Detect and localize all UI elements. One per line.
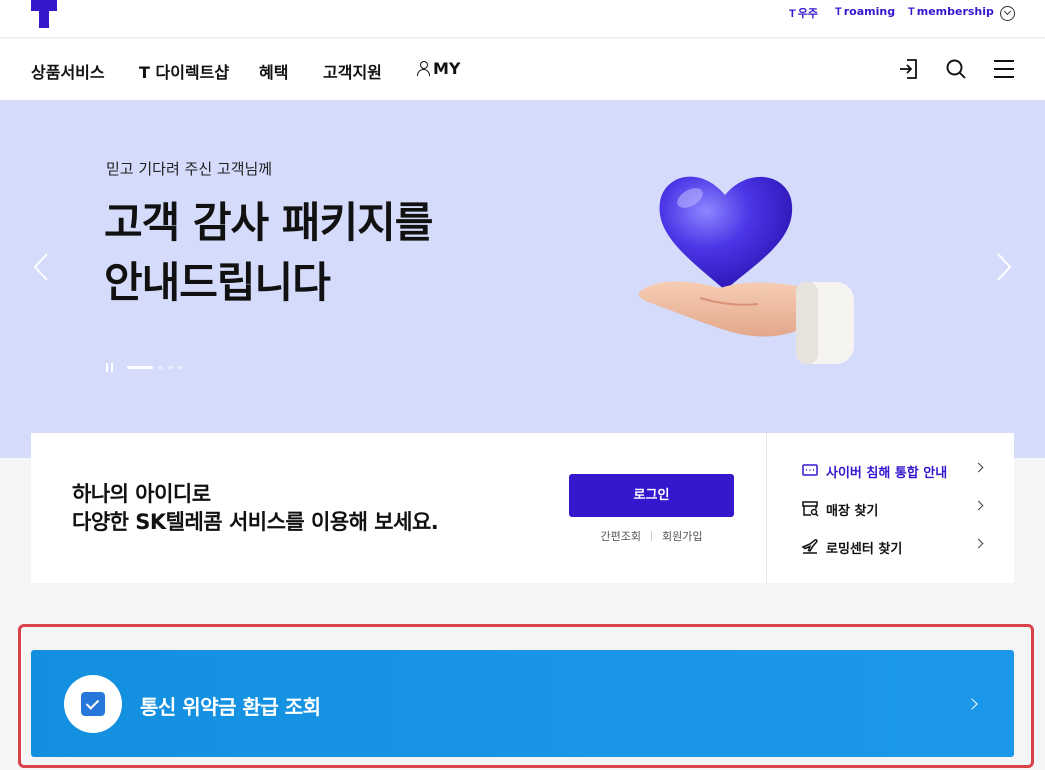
carousel-next-arrow-icon[interactable] bbox=[995, 252, 1013, 282]
t-world-logo[interactable] bbox=[31, 0, 57, 28]
login-prompt-line1: 하나의 아이디로 bbox=[72, 482, 211, 506]
t-mark: T bbox=[835, 6, 842, 18]
nav-my-label: MY bbox=[433, 59, 461, 78]
main-navigation: 상품서비스 T 다이렉트샵 혜택 고객지원 MY bbox=[0, 39, 1045, 100]
hero-subtitle: 믿고 기다려 주신 고객님께 bbox=[106, 160, 273, 178]
t-universe-link[interactable]: T 우주 bbox=[789, 5, 818, 21]
login-links: 간편조회 회원가입 bbox=[569, 528, 734, 544]
t-universe-label: 우주 bbox=[797, 7, 818, 20]
check-icon bbox=[81, 692, 105, 716]
divider bbox=[651, 531, 652, 541]
t-roaming-label: roaming bbox=[843, 5, 896, 18]
quick-lookup-link[interactable]: 간편조회 bbox=[601, 530, 641, 543]
store-icon bbox=[801, 499, 819, 517]
pager-dot[interactable] bbox=[178, 366, 183, 369]
hero-carousel: 믿고 기다려 주신 고객님께 고객 감사 패키지를 안내드립니다 bbox=[0, 100, 1045, 458]
chevron-right-icon bbox=[966, 698, 978, 710]
carousel-prev-arrow-icon[interactable] bbox=[32, 252, 50, 282]
banner-icon-circle bbox=[64, 675, 122, 733]
card-divider bbox=[766, 433, 767, 583]
quick-link-roaming-center[interactable]: 로밍센터 찾기 bbox=[801, 536, 991, 558]
utility-bar: T 우주 Troaming Tmembership bbox=[0, 0, 1045, 38]
chevron-right-icon bbox=[973, 500, 984, 511]
chevron-right-icon bbox=[973, 462, 984, 473]
airplane-icon bbox=[801, 537, 819, 555]
login-prompt-line2: 다양한 SK텔레콤 서비스를 이용해 보세요. bbox=[72, 510, 439, 534]
quick-link-store-finder[interactable]: 매장 찾기 bbox=[801, 498, 991, 520]
login-prompt: 하나의 아이디로 다양한 SK텔레콤 서비스를 이용해 보세요. bbox=[72, 480, 439, 536]
hero-title-line2: 안내드립니다 bbox=[104, 258, 331, 307]
signup-link[interactable]: 회원가입 bbox=[662, 530, 702, 543]
chevron-right-icon bbox=[973, 538, 984, 549]
login-card: 하나의 아이디로 다양한 SK텔레콤 서비스를 이용해 보세요. 로그인 간편조… bbox=[31, 433, 1014, 583]
quick-link-cyber-breach-notice[interactable]: 사이버 침해 통합 안내 bbox=[801, 460, 991, 482]
search-icon[interactable] bbox=[944, 57, 968, 81]
person-icon bbox=[417, 61, 430, 76]
nav-benefits[interactable]: 혜택 bbox=[259, 59, 288, 83]
hero-title[interactable]: 고객 감사 패키지를 안내드립니다 bbox=[104, 193, 433, 313]
menu-icon[interactable] bbox=[992, 57, 1016, 81]
nav-my[interactable]: MY bbox=[417, 59, 461, 78]
pager-dot-active[interactable] bbox=[127, 366, 153, 369]
t-membership-label: membership bbox=[916, 5, 994, 18]
logo-stem bbox=[39, 0, 49, 28]
chevron-down-icon[interactable] bbox=[1000, 6, 1015, 21]
quick-link-label: 사이버 침해 통합 안내 bbox=[826, 466, 948, 481]
t-roaming-link[interactable]: Troaming bbox=[835, 5, 895, 21]
notice-icon bbox=[801, 461, 819, 479]
nav-t-direct-shop[interactable]: T 다이렉트샵 bbox=[139, 59, 229, 83]
nav-products-services[interactable]: 상품서비스 bbox=[31, 59, 105, 83]
heart-in-hand-illustration bbox=[630, 160, 870, 370]
quick-link-label: 매장 찾기 bbox=[826, 504, 879, 519]
t-membership-link[interactable]: Tmembership bbox=[908, 5, 994, 21]
banner-title: 통신 위약금 환급 조회 bbox=[140, 695, 321, 719]
pause-icon[interactable] bbox=[106, 363, 114, 372]
hero-title-line1: 고객 감사 패키지를 bbox=[104, 198, 433, 247]
t-mark: T bbox=[908, 6, 915, 18]
login-button[interactable]: 로그인 bbox=[569, 474, 734, 517]
penalty-refund-lookup-banner[interactable]: 통신 위약금 환급 조회 bbox=[31, 650, 1014, 757]
pager-dot[interactable] bbox=[168, 366, 173, 369]
t-mark: T bbox=[789, 8, 796, 20]
nav-customer-support[interactable]: 고객지원 bbox=[323, 59, 382, 83]
pager-dot[interactable] bbox=[158, 366, 163, 369]
login-icon[interactable] bbox=[897, 57, 921, 81]
quick-link-label: 로밍센터 찾기 bbox=[826, 542, 903, 557]
